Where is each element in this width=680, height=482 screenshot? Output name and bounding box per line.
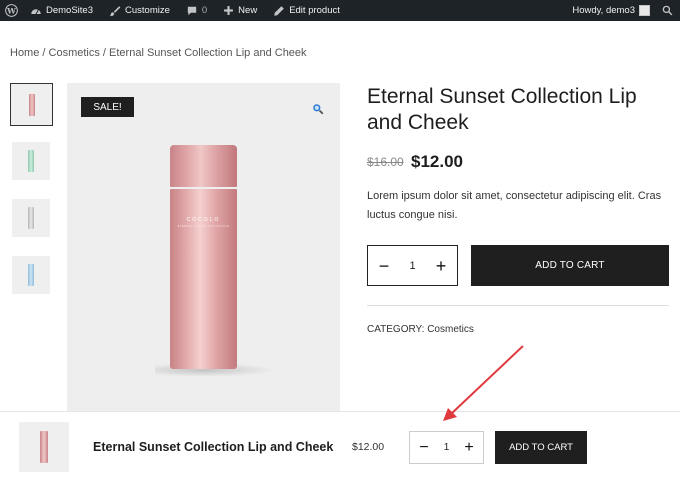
bottle-sub-text: ETERNAL SUNSET COLLECTION <box>177 225 230 228</box>
new-label: New <box>238 5 258 16</box>
customize-label: Customize <box>125 5 170 16</box>
breadcrumb-separator: / <box>99 47 110 59</box>
bottle-body <box>170 189 237 369</box>
comment-icon <box>186 5 198 17</box>
sticky-add-to-cart-bar: Eternal Sunset Collection Lip and Cheek … <box>0 411 680 482</box>
bottle-brand-text: COCOLO <box>186 217 221 223</box>
sticky-product-title: Eternal Sunset Collection Lip and Cheek <box>93 440 334 454</box>
thumbnail-bottle-image <box>28 207 34 229</box>
sale-price: $12.00 <box>411 152 463 171</box>
quantity-input[interactable]: 1 <box>409 260 415 272</box>
site-name-link[interactable]: DemoSite3 <box>24 0 99 21</box>
bottle-cap <box>170 145 237 187</box>
breadcrumb-category[interactable]: Cosmetics <box>49 47 100 59</box>
sticky-quantity-minus-button[interactable]: − <box>417 439 431 457</box>
admin-search[interactable] <box>656 0 680 21</box>
thumbnail-bottle-image <box>28 150 34 172</box>
sticky-product-thumbnail <box>19 422 69 472</box>
sticky-quantity-stepper: − 1 + <box>409 431 484 464</box>
brush-icon <box>109 5 121 17</box>
site-name-label: DemoSite3 <box>46 5 93 16</box>
thumbnail-bottle-image <box>28 264 34 286</box>
customize-link[interactable]: Customize <box>103 0 176 21</box>
gallery-thumbnail-mint[interactable] <box>12 142 50 180</box>
dashboard-icon <box>30 5 42 17</box>
gallery-thumbnail-pink[interactable] <box>10 83 53 126</box>
admin-bar: W DemoSite3 Customize 0 New Edit product… <box>0 0 680 21</box>
sale-badge: SALE! <box>81 97 134 117</box>
sticky-quantity-input[interactable]: 1 <box>444 442 450 453</box>
comments-link[interactable]: 0 <box>180 0 213 21</box>
svg-text:W: W <box>6 6 16 15</box>
wordpress-menu[interactable]: W <box>0 0 24 21</box>
add-to-cart-button[interactable]: ADD TO CART <box>471 245 669 286</box>
pencil-icon <box>273 5 285 17</box>
product-title: Eternal Sunset Collection Lip and Cheek <box>367 85 637 134</box>
product-bottle-image: COCOLO ETERNAL SUNSET COLLECTION <box>170 145 237 369</box>
original-price: $16.00 <box>367 155 404 169</box>
product-main-image[interactable]: SALE! COCOLO ETERNAL SUNSET COLLECTION <box>67 83 340 413</box>
edit-product-link[interactable]: Edit product <box>267 0 346 21</box>
product-category: CATEGORY: Cosmetics <box>367 324 474 335</box>
comments-count: 0 <box>201 5 208 16</box>
category-label: CATEGORY: <box>367 324 428 335</box>
sticky-quantity-plus-button[interactable]: + <box>462 439 476 457</box>
gallery-thumbnail-blue[interactable] <box>12 256 50 294</box>
product-description: Lorem ipsum dolor sit amet, consectetur … <box>367 190 662 221</box>
quantity-minus-button[interactable]: − <box>377 257 391 275</box>
gallery-thumbnail-gray[interactable] <box>12 199 50 237</box>
account-menu[interactable]: Howdy, demo3 <box>566 0 656 21</box>
quantity-stepper: − 1 + <box>367 245 458 286</box>
divider <box>367 305 669 306</box>
thumbnail-bottle-image <box>40 431 48 463</box>
quantity-plus-button[interactable]: + <box>434 257 448 275</box>
plus-icon <box>223 5 234 16</box>
breadcrumb-separator: / <box>39 47 49 59</box>
search-icon <box>662 5 673 16</box>
new-content-link[interactable]: New <box>217 0 263 21</box>
sticky-add-to-cart-button[interactable]: ADD TO CART <box>495 431 587 464</box>
thumbnail-bottle-image <box>28 93 35 116</box>
breadcrumb-home[interactable]: Home <box>10 47 39 59</box>
wordpress-icon: W <box>5 4 18 17</box>
breadcrumb: Home / Cosmetics / Eternal Sunset Collec… <box>10 47 307 59</box>
avatar <box>639 5 650 16</box>
sticky-price: $12.00 <box>352 441 385 453</box>
howdy-label: Howdy, demo3 <box>572 5 635 16</box>
category-link[interactable]: Cosmetics <box>427 324 474 335</box>
breadcrumb-current: Eternal Sunset Collection Lip and Cheek <box>109 47 307 59</box>
zoom-icon[interactable] <box>312 102 324 120</box>
edit-product-label: Edit product <box>289 5 340 16</box>
